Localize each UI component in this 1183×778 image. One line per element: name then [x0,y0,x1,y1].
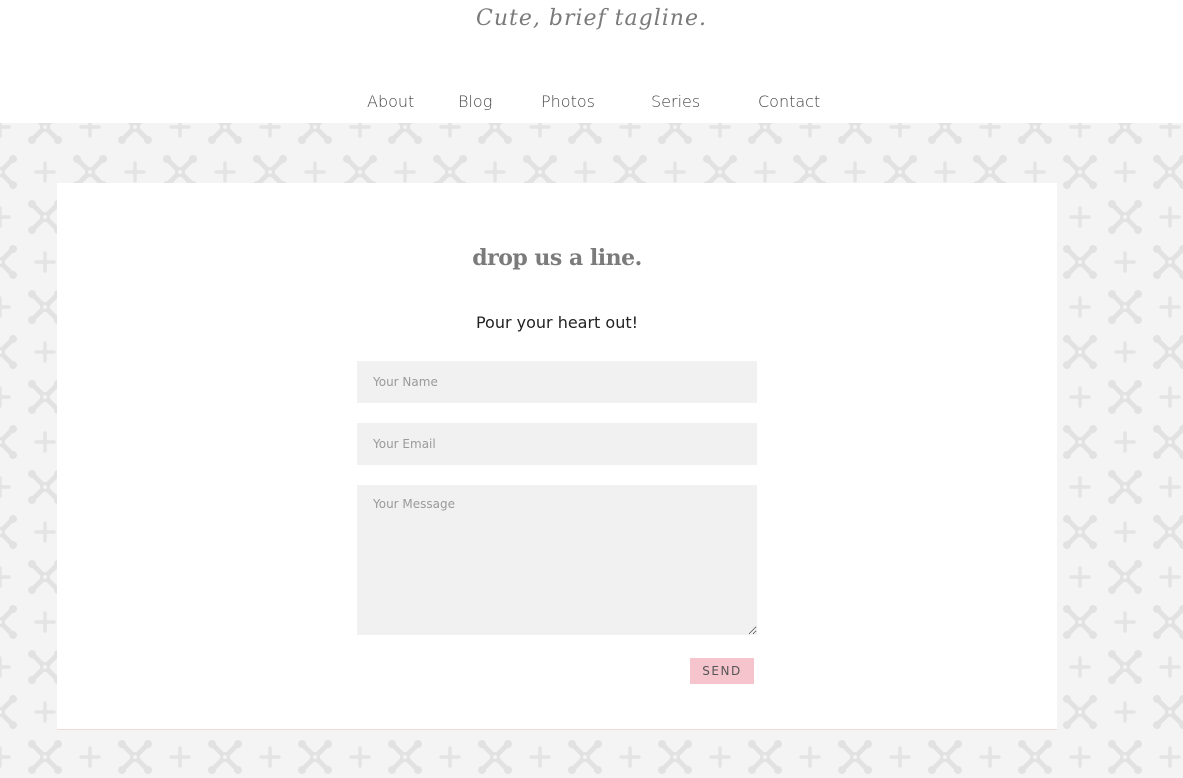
contact-subtitle: Pour your heart out! [475,313,639,332]
site-tagline: Cute, brief tagline. [476,6,707,31]
nav-item-blog[interactable]: Blog [458,92,492,111]
main-nav: About Blog Photos Series Contact [0,92,1183,116]
send-button[interactable]: SEND [690,658,754,684]
message-textarea[interactable] [357,485,757,635]
email-input[interactable] [357,423,757,465]
nav-item-photos[interactable]: Photos [541,92,595,111]
contact-title: drop us a line. [472,245,642,271]
contact-card: drop us a line. Pour your heart out! SEN… [57,183,1057,730]
site-header: Cute, brief tagline. About Blog Photos S… [0,0,1183,123]
nav-item-contact[interactable]: Contact [758,92,820,111]
name-input[interactable] [357,361,757,403]
nav-item-series[interactable]: Series [651,92,700,111]
nav-item-about[interactable]: About [367,92,414,111]
